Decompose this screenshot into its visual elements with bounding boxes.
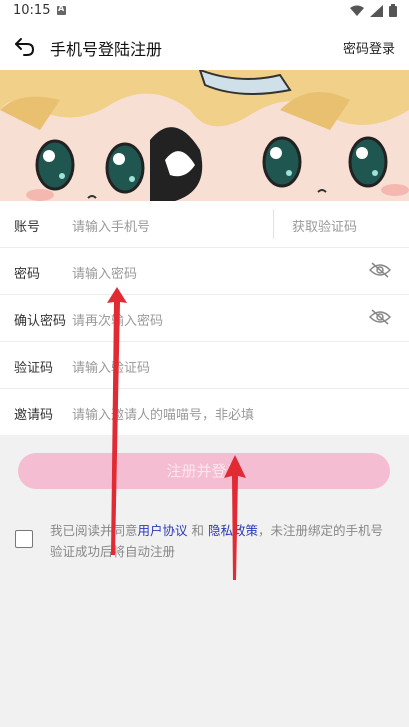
password-login-link[interactable]: 密码登录 <box>343 38 395 57</box>
account-label: 账号 <box>14 220 41 235</box>
wifi-icon <box>350 5 364 16</box>
banner-illustration <box>0 70 409 201</box>
code-row: 验证码 请输入验证码 <box>0 342 409 389</box>
agreement-text: 我已阅读并同意用户协议 和 隐私政策，未注册绑定的手机号验证成功后将自动注册 <box>50 520 395 562</box>
sim-icon <box>57 4 66 15</box>
eye-off-icon[interactable] <box>369 308 391 326</box>
signal-icon <box>370 4 383 17</box>
eye-off-icon[interactable] <box>369 261 391 279</box>
page-title: 手机号登陆注册 <box>50 40 163 59</box>
user-agreement-link[interactable]: 用户协议 <box>138 523 188 538</box>
invite-label: 邀请码 <box>14 408 54 423</box>
code-input[interactable]: 请输入验证码 <box>72 357 150 376</box>
confirm-password-input[interactable]: 请再次输入密码 <box>72 310 163 329</box>
invite-row: 邀请码 请输入邀请人的喵喵号，非必填 <box>0 389 409 435</box>
header-bar: 手机号登陆注册 密码登录 <box>0 24 409 70</box>
agree-checkbox[interactable] <box>15 530 33 548</box>
confirm-password-row: 确认密码 请再次输入密码 <box>0 295 409 342</box>
agreement-prefix: 我已阅读并同意 <box>50 523 138 538</box>
confirm-password-label: 确认密码 <box>14 314 67 329</box>
password-input[interactable]: 请输入密码 <box>72 263 137 282</box>
status-icons <box>350 4 397 17</box>
phone-input[interactable]: 请输入手机号 <box>72 216 150 235</box>
invite-input[interactable]: 请输入邀请人的喵喵号，非必填 <box>72 404 254 423</box>
password-label: 密码 <box>14 267 41 282</box>
get-code-button[interactable]: 获取验证码 <box>292 216 357 235</box>
divider <box>273 209 274 239</box>
status-bar: 10:15 <box>0 0 409 24</box>
agreement-and: 和 <box>187 523 208 538</box>
back-arrow-icon[interactable] <box>12 34 38 60</box>
code-label: 验证码 <box>14 361 54 376</box>
password-row: 密码 请输入密码 <box>0 248 409 295</box>
register-form: 账号 请输入手机号 获取验证码 密码 请输入密码 确认密码 请再次输入密码 验证… <box>0 201 409 435</box>
battery-icon <box>389 4 397 17</box>
account-row: 账号 请输入手机号 获取验证码 <box>0 201 409 248</box>
status-time: 10:15 <box>13 3 51 18</box>
privacy-policy-link[interactable]: 隐私政策 <box>208 523 258 538</box>
register-login-button[interactable]: 注册并登录 <box>18 453 390 489</box>
